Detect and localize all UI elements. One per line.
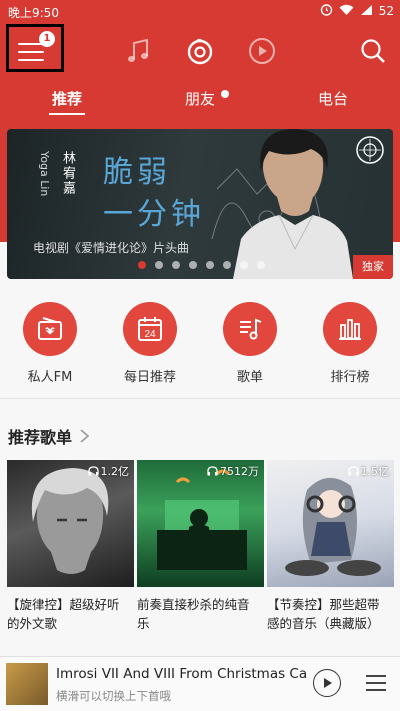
playlist-cover-image: 1.5亿 [267, 460, 394, 587]
video-icon[interactable] [247, 36, 277, 66]
tab-radio[interactable]: 电台 [298, 88, 368, 109]
quick-link-label: 每日推荐 [123, 370, 176, 385]
netease-music-icon[interactable] [185, 36, 215, 66]
signal-icon [360, 4, 373, 19]
playlist-cover-image: 7512万 [137, 460, 264, 587]
now-playing-hint: 横滑可以切换上下首哦 [56, 689, 171, 703]
status-icons: 52 [320, 3, 394, 19]
headphones-icon [207, 466, 218, 476]
artist-portrait-image [233, 129, 353, 279]
playlist-card[interactable]: 1.2亿 【旋律控】超级好听的外文歌 [7, 460, 134, 633]
playlist-title: 【节奏控】那些超带感的音乐（典藏版） [267, 597, 380, 631]
now-playing-title: Imrosi VII And VIII From Christmas Carol [56, 666, 306, 682]
playlist-title: 前奏直接秒杀的纯音乐 [137, 597, 250, 631]
quick-links: 私人FM 24 每日推荐 歌单 排行榜 [0, 298, 400, 388]
calendar-day-number: 24 [144, 329, 156, 340]
notification-badge: 1 [39, 31, 55, 47]
banner-title-line1: 脆弱 [103, 155, 171, 190]
playlist-icon [223, 302, 277, 356]
status-bar: 晚上9:50 52 [0, 0, 400, 24]
page-dot[interactable] [172, 261, 180, 269]
play-count: 1.5亿 [347, 463, 390, 479]
headphones-icon [87, 466, 99, 476]
playlist-card[interactable]: 7512万 前奏直接秒杀的纯音乐 [137, 460, 264, 633]
playlist-card[interactable]: 1.5亿 【节奏控】那些超带感的音乐（典藏版） [267, 460, 394, 633]
play-count: 7512万 [207, 463, 259, 479]
search-icon[interactable] [358, 36, 388, 66]
playlist-cover-image: 1.2亿 [7, 460, 134, 587]
calendar-icon: 24 [123, 302, 177, 356]
quick-link-playlists[interactable]: 歌单 [200, 298, 300, 385]
page-dot[interactable] [138, 261, 146, 269]
page-dot[interactable] [257, 261, 265, 269]
playlist-queue-icon[interactable] [366, 675, 386, 696]
banner-artist-name: 林宥嘉 [60, 151, 75, 196]
play-count-value: 1.2亿 [100, 465, 130, 478]
section-title: 推荐歌单 [8, 428, 73, 447]
quick-link-label: 排行榜 [330, 370, 370, 385]
play-icon [324, 678, 332, 688]
battery-level: 52 [378, 4, 394, 18]
friends-new-dot [221, 90, 229, 98]
top-nav: 1 [0, 24, 400, 80]
promo-banner[interactable]: Yoga Lin 林宥嘉 脆弱 一分钟 电视剧《爱情进化论》片头曲 独家 [7, 129, 393, 279]
banner-pagination [138, 261, 265, 269]
play-count-value: 1.5亿 [360, 465, 390, 478]
quick-link-label: 私人FM [27, 370, 73, 385]
banner-artist-latin: Yoga Lin [38, 151, 51, 197]
now-playing-artwork [6, 663, 48, 705]
mini-player[interactable]: Imrosi VII And VIII From Christmas Carol… [0, 656, 400, 711]
play-count: 1.2亿 [87, 463, 130, 479]
page-dot[interactable] [240, 261, 248, 269]
section-divider [0, 398, 400, 399]
page-dot[interactable] [155, 261, 163, 269]
sticker-logo-icon [356, 136, 384, 164]
radio-icon [23, 302, 77, 356]
quick-link-personal-fm[interactable]: 私人FM [0, 298, 100, 385]
chart-icon [323, 302, 377, 356]
status-time: 晚上9:50 [8, 6, 59, 20]
page-dot[interactable] [189, 261, 197, 269]
app-screen: 晚上9:50 52 1 推荐 朋友 电台 Yoga Lin 林宥嘉 脆弱 一分钟… [0, 0, 400, 711]
quick-link-daily[interactable]: 24 每日推荐 [100, 298, 200, 385]
headphones-icon [347, 466, 359, 476]
menu-button[interactable]: 1 [6, 24, 64, 72]
tab-bar: 推荐 朋友 电台 [0, 88, 400, 122]
page-dot[interactable] [206, 261, 214, 269]
wifi-icon [339, 4, 354, 19]
tab-recommend[interactable]: 推荐 [32, 88, 102, 109]
portrait-cover-graphic [31, 468, 109, 574]
tab-active-indicator [49, 113, 85, 115]
quick-link-charts[interactable]: 排行榜 [300, 298, 400, 385]
quick-link-label: 歌单 [236, 370, 263, 385]
page-dot[interactable] [223, 261, 231, 269]
chevron-right-icon [80, 429, 90, 443]
anime-dj-cover-graphic [285, 477, 381, 576]
banner-title-line2: 一分钟 [103, 197, 205, 232]
piano-cover-graphic [157, 469, 247, 570]
alarm-icon [320, 3, 333, 19]
play-count-value: 7512万 [220, 465, 259, 478]
playlist-title: 【旋律控】超级好听的外文歌 [7, 597, 120, 631]
exclusive-badge: 独家 [353, 255, 393, 279]
hamburger-icon [18, 43, 44, 67]
play-button[interactable] [313, 669, 341, 697]
banner-subtitle: 电视剧《爱情进化论》片头曲 [33, 241, 190, 255]
recommended-playlists-header[interactable]: 推荐歌单 [8, 424, 90, 448]
music-note-icon[interactable] [124, 36, 154, 66]
